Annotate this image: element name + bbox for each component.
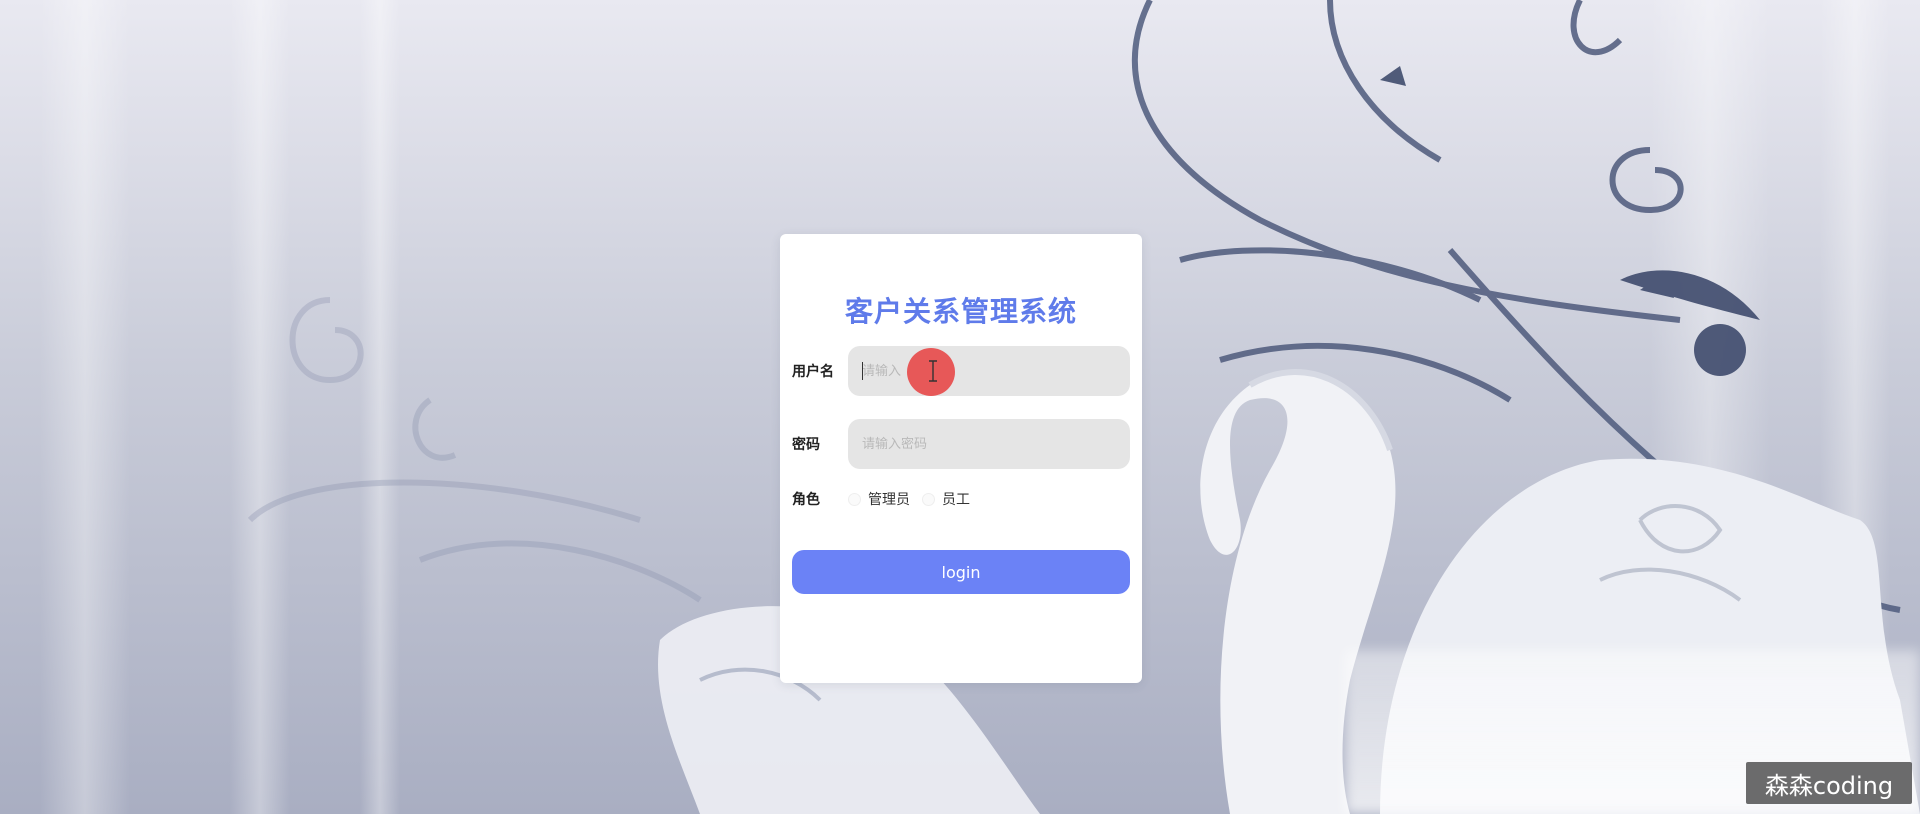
password-input[interactable]: [848, 419, 1130, 469]
password-label: 密码: [792, 437, 820, 453]
role-option-employee-label: 员工: [942, 492, 970, 508]
text-caret: [862, 362, 863, 380]
role-option-admin[interactable]: 管理员: [848, 489, 910, 509]
i-beam-cursor-icon: [929, 360, 937, 382]
page-title: 客户关系管理系统: [844, 295, 1077, 328]
watermark: 森森coding: [1746, 762, 1912, 804]
role-option-admin-label: 管理员: [868, 492, 910, 508]
username-row: 用户名: [792, 346, 1130, 396]
login-button[interactable]: login: [792, 550, 1130, 594]
radio-icon[interactable]: [922, 492, 935, 506]
username-input[interactable]: [848, 346, 1130, 396]
password-row: 密码: [792, 419, 1130, 469]
role-option-employee[interactable]: 员工: [922, 489, 970, 509]
radio-icon[interactable]: [848, 492, 861, 506]
role-label: 角色: [792, 492, 820, 508]
role-row: 角色 管理员 员工: [792, 487, 982, 511]
username-label: 用户名: [792, 364, 834, 380]
login-card: 客户关系管理系统 用户名 密码 角色 管理员 员工 login: [780, 234, 1142, 683]
